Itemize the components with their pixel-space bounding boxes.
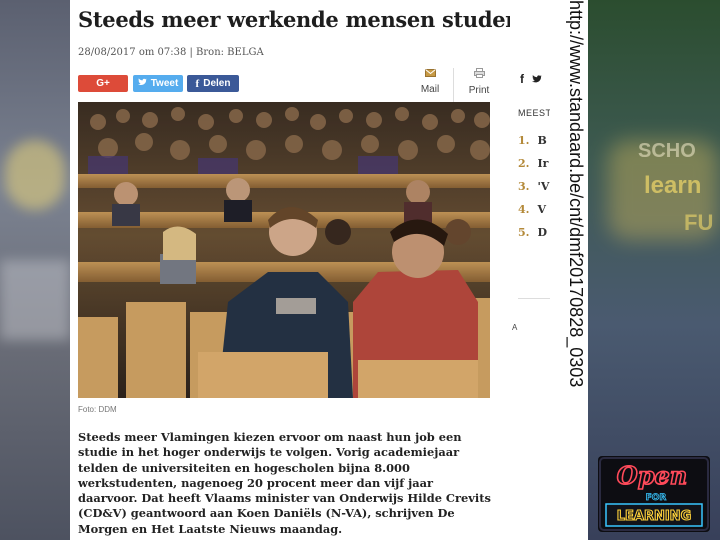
article-photo: [78, 102, 490, 398]
sidebar-item-number: 4.: [518, 203, 530, 216]
background-school-text: SCHO: [638, 140, 696, 162]
sidebar-ad-label: A: [512, 323, 518, 332]
sidebar-item[interactable]: 4. V: [518, 203, 546, 216]
facebook-icon[interactable]: f: [520, 72, 524, 86]
background-fu-text: FU: [684, 210, 714, 235]
logo-line-open: Open: [617, 461, 687, 490]
background-left: [0, 0, 70, 540]
sidebar-social-icons[interactable]: f: [520, 72, 543, 86]
sidebar-item-text: 'V: [537, 180, 550, 193]
article-meta: 28/08/2017 om 07:38 | Bron: BELGA: [78, 47, 264, 58]
facebook-share-label: Delen: [203, 78, 231, 89]
google-plus-label: G+: [96, 78, 110, 89]
mail-label: Mail: [420, 84, 440, 95]
sidebar-item[interactable]: 2. Ir: [518, 157, 548, 170]
logo-line-learning: LEARNING: [617, 509, 692, 524]
sidebar-item-text: B: [537, 134, 547, 147]
background-blur-shape: [0, 260, 70, 340]
facebook-share-button[interactable]: f Delen: [187, 75, 239, 92]
mail-button[interactable]: Mail: [412, 68, 448, 95]
facebook-f-icon: f: [195, 77, 200, 90]
print-button[interactable]: Print: [461, 68, 497, 96]
source-url-strip: http://www.standaard.be/cnt/dmf20170828_…: [550, 0, 588, 540]
sidebar-item-number: 1.: [518, 134, 530, 147]
sidebar-item-number: 5.: [518, 226, 530, 239]
open-for-learning-logo: Open FOR LEARNING: [598, 456, 710, 532]
sidebar-heading: MEEST: [518, 108, 550, 118]
tool-divider: [453, 68, 454, 102]
sidebar-item-text: V: [537, 203, 547, 216]
background-blur-shape: [5, 140, 65, 210]
sidebar-item-number: 2.: [518, 157, 530, 170]
background-learn-text: learn: [644, 172, 702, 199]
tweet-button[interactable]: Tweet: [133, 75, 183, 92]
sidebar-item-number: 3.: [518, 180, 530, 193]
logo-line-for: FOR: [646, 493, 667, 503]
source-url: http://www.standaard.be/cnt/dmf20170828_…: [566, 0, 586, 388]
sidebar-item[interactable]: 1. B: [518, 134, 547, 147]
sidebar-item[interactable]: 3. 'V: [518, 180, 549, 193]
print-label: Print: [468, 85, 490, 96]
sidebar-item-text: D: [537, 226, 548, 239]
tweet-label: Tweet: [150, 78, 179, 89]
envelope-icon: [412, 68, 448, 80]
twitter-icon[interactable]: [532, 72, 543, 86]
sidebar-item-text: Ir: [537, 157, 549, 170]
sidebar-divider: [518, 298, 550, 299]
sidebar: f MEEST 1. B 2. Ir 3. 'V 4. V 5. D A: [510, 0, 550, 540]
photo-caption: Foto: DDM: [78, 405, 117, 414]
article-panel: Steeds meer werkende mensen studeren 28/…: [70, 0, 550, 540]
article-lead: Steeds meer Vlamingen kiezen ervoor om n…: [78, 430, 491, 536]
google-plus-share-button[interactable]: G+: [78, 75, 128, 92]
printer-icon: [461, 68, 497, 81]
sidebar-item[interactable]: 5. D: [518, 226, 547, 239]
article-title: Steeds meer werkende mensen studeren: [78, 7, 545, 32]
twitter-bird-icon: [137, 78, 147, 89]
